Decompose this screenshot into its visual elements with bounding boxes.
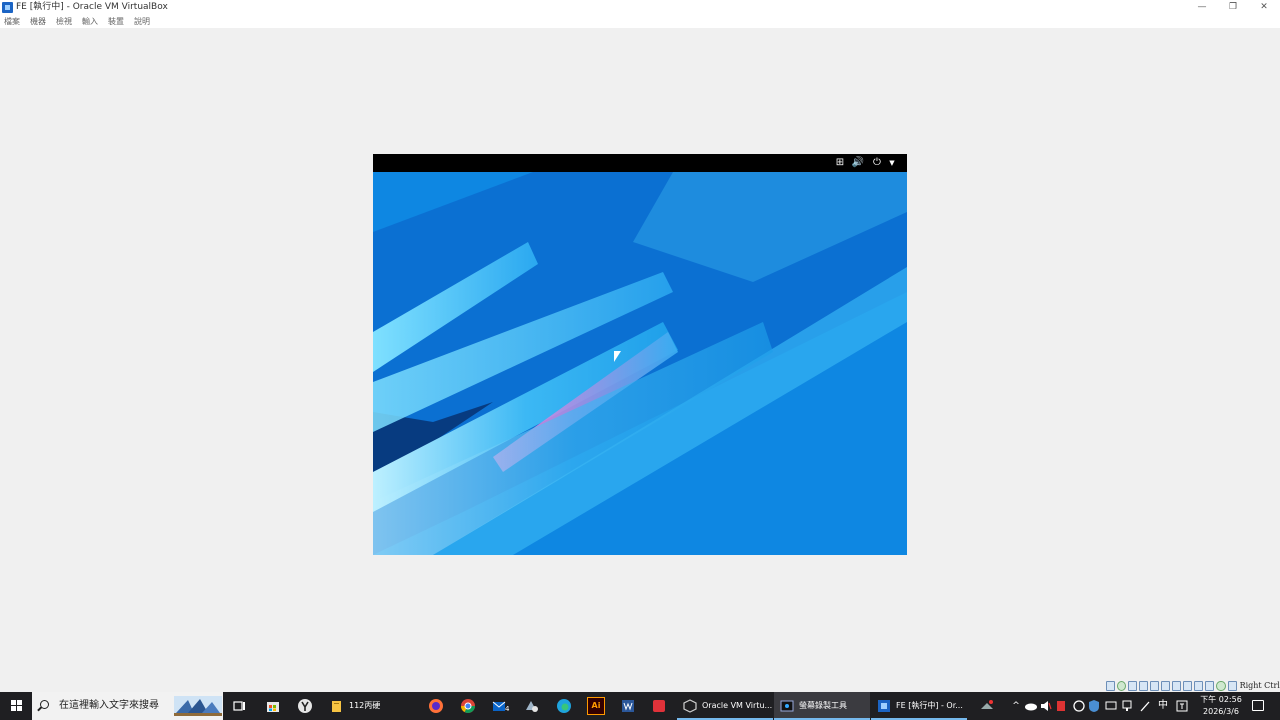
speaker-muted-icon[interactable] <box>1040 697 1052 715</box>
ime-indicator[interactable]: 中 <box>1156 692 1170 720</box>
cpu-icon[interactable] <box>1194 681 1204 691</box>
windows-logo-pane <box>11 706 16 711</box>
taskbar-search-box[interactable]: 在這裡輸入文字來搜尋 <box>32 692 223 720</box>
show-hidden-icons-chevron[interactable]: ^ <box>1010 692 1022 720</box>
task-label: Oracle VM Virtu... <box>702 701 773 710</box>
vm-display[interactable]: ⊞ 🔊 ⏻ ▼ <box>373 154 907 555</box>
menu-devices[interactable]: 裝置 <box>108 15 124 28</box>
file-explorer-icon <box>332 701 341 712</box>
task-label: 112丙硬 <box>349 701 381 710</box>
tray-app-icon[interactable] <box>978 697 996 715</box>
menu-view[interactable]: 檢視 <box>56 15 72 28</box>
firefox-icon[interactable] <box>427 697 445 715</box>
tray-circle-app-icon[interactable] <box>1072 697 1086 715</box>
network-adapter-icon[interactable] <box>1139 681 1149 691</box>
close-button[interactable]: ✕ <box>1248 0 1280 15</box>
wallpaper-graphic <box>373 172 907 555</box>
dropdown-arrow-icon[interactable]: ▼ <box>886 156 898 170</box>
task-view-icon[interactable] <box>231 697 249 715</box>
taskbar-task-vm-window[interactable]: FE [執行中] - Or... <box>871 692 967 720</box>
illustrator-icon[interactable]: Ai <box>587 697 605 715</box>
power-icon[interactable]: ⏻ <box>870 156 884 170</box>
volume-icon[interactable]: 🔊 <box>851 156 865 170</box>
app-icon[interactable] <box>523 697 541 715</box>
acrobat-icon[interactable] <box>650 697 668 715</box>
menu-machine[interactable]: 機器 <box>30 15 46 28</box>
network-icon[interactable]: ⊞ <box>834 156 846 170</box>
taskbar-task-file-explorer[interactable]: 112丙硬 <box>324 692 418 720</box>
security-icon[interactable] <box>1087 697 1101 715</box>
usb-icon[interactable] <box>1150 681 1160 691</box>
network-tray-icon[interactable] <box>1121 697 1135 715</box>
edge-icon[interactable] <box>555 697 573 715</box>
display-tray-icon[interactable] <box>1104 697 1118 715</box>
taskbar-task-virtualbox[interactable]: Oracle VM Virtu... <box>677 692 773 720</box>
optical-drive-icon[interactable] <box>1117 681 1127 691</box>
mouse-cursor <box>613 350 621 363</box>
host-key-label: Right Ctrl <box>1239 681 1280 690</box>
minimize-button[interactable]: — <box>1186 0 1218 15</box>
notification-center-icon[interactable] <box>1252 700 1264 711</box>
screen-recorder-icon <box>780 700 794 712</box>
tray-red-app-icon[interactable] <box>1055 697 1067 715</box>
windows-logo-icon <box>11 700 16 705</box>
vm-top-panel: ⊞ 🔊 ⏻ ▼ <box>373 154 907 172</box>
mouse-integration-icon[interactable] <box>1205 681 1215 691</box>
restore-button[interactable]: ❐ <box>1217 0 1249 15</box>
windows-taskbar: 在這裡輸入文字來搜尋 112丙硬 4 Ai Oracle VM Virtu...… <box>0 692 1280 720</box>
desktop-wallpaper <box>373 172 907 555</box>
clock-time: 下午 02:56 <box>1200 695 1242 704</box>
task-label: 螢幕錄製工具 <box>799 701 847 710</box>
pen-icon[interactable] <box>1138 697 1152 715</box>
vbox-status-bar: Right Ctrl <box>1106 680 1280 692</box>
word-icon[interactable] <box>619 697 637 715</box>
mail-badge: 4 <box>505 705 510 713</box>
system-clock[interactable]: 下午 02:56 2026/3/6 <box>1196 694 1246 718</box>
hard-disk-icon[interactable] <box>1106 681 1116 691</box>
search-highlight-image <box>174 696 222 716</box>
ime-mode-icon[interactable] <box>1175 697 1189 715</box>
keyboard-icon[interactable] <box>1227 681 1237 691</box>
windows-logo-pane <box>17 700 22 705</box>
menu-input[interactable]: 輸入 <box>82 15 98 28</box>
start-button[interactable] <box>0 692 32 720</box>
menu-file[interactable]: 檔案 <box>4 15 20 28</box>
virtualbox-icon <box>683 699 697 713</box>
recording-icon[interactable] <box>1183 681 1193 691</box>
window-titlebar: FE [執行中] - Oracle VM VirtualBox — ❐ ✕ <box>0 0 1280 15</box>
shared-folder-icon[interactable] <box>1161 681 1171 691</box>
taskbar-task-screen-recorder[interactable]: 螢幕錄製工具 <box>774 692 870 720</box>
guest-additions-icon[interactable] <box>1216 681 1226 691</box>
search-placeholder: 在這裡輸入文字來搜尋 <box>59 700 159 711</box>
menu-bar: 檔案 機器 檢視 輸入 裝置 說明 <box>0 15 1280 28</box>
vm-window-icon <box>878 700 890 712</box>
task-label: FE [執行中] - Or... <box>896 701 963 710</box>
display-icon[interactable] <box>1172 681 1182 691</box>
windows-logo-pane <box>17 706 22 711</box>
virtualbox-app-icon <box>2 2 13 13</box>
search-icon <box>40 700 49 709</box>
store-icon[interactable] <box>264 697 282 715</box>
chrome-icon[interactable] <box>459 697 477 715</box>
menu-help[interactable]: 說明 <box>134 15 150 28</box>
onedrive-icon[interactable] <box>1024 697 1038 715</box>
window-title: FE [執行中] - Oracle VM VirtualBox <box>16 2 168 12</box>
clock-date: 2026/3/6 <box>1203 707 1239 716</box>
yandex-icon[interactable] <box>296 697 314 715</box>
audio-icon[interactable] <box>1128 681 1138 691</box>
